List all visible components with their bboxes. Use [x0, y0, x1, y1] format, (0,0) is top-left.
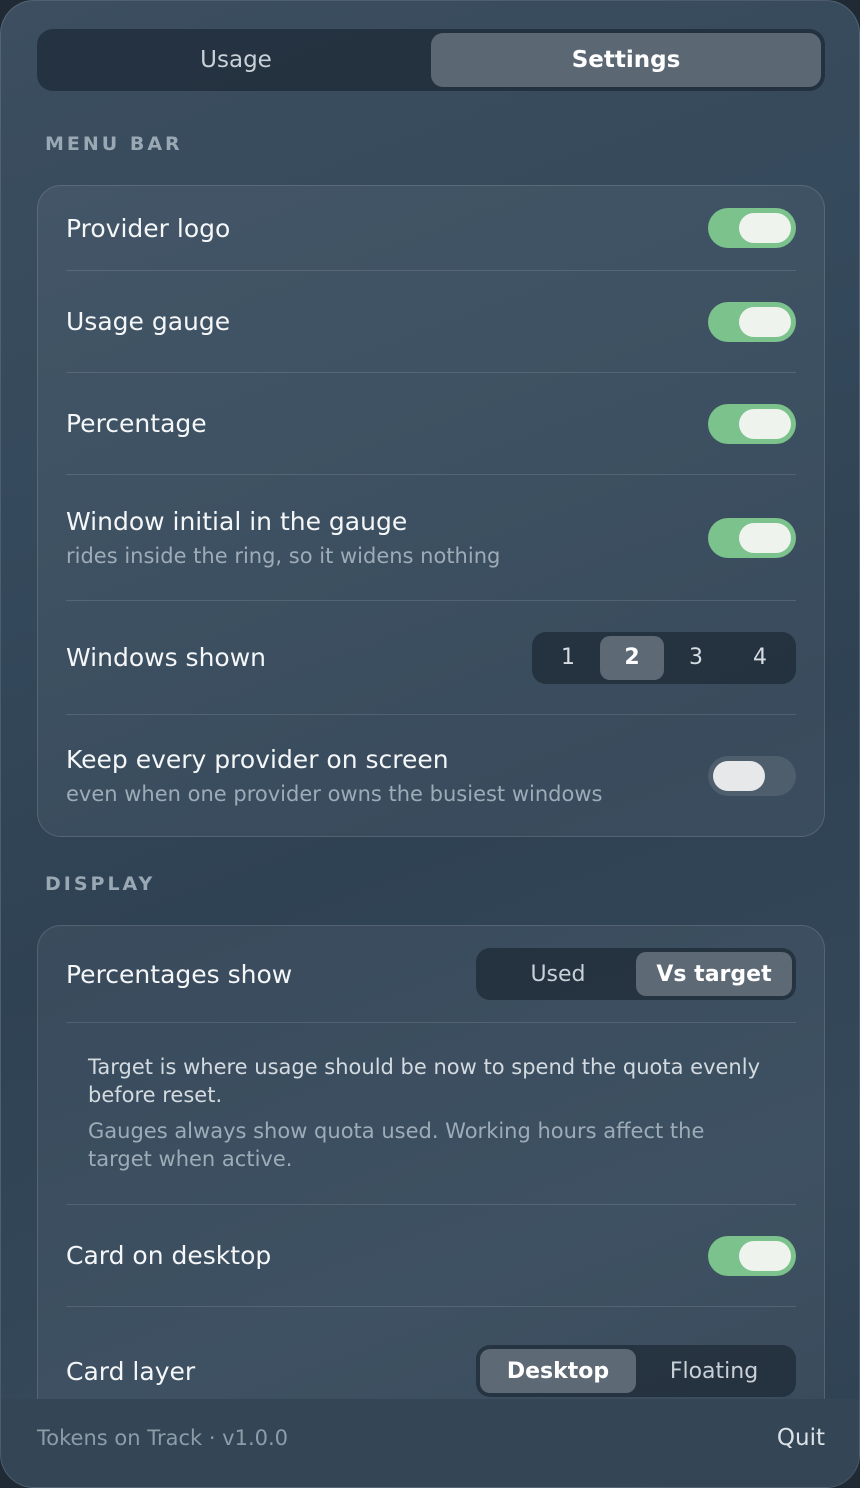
windows-shown-label: Windows shown — [66, 643, 266, 672]
section-label-menu-bar: MENU BAR — [45, 133, 183, 155]
toggle-knob — [739, 522, 791, 553]
windows-shown-option-3[interactable]: 3 — [664, 636, 728, 680]
percentages-show-segmented: Used Vs target — [476, 948, 796, 1000]
toggle-knob — [739, 213, 791, 243]
display-card: Percentages show Used Vs target Target i… — [37, 925, 825, 1445]
quit-button[interactable]: Quit — [777, 1425, 825, 1451]
card-on-desktop-label: Card on desktop — [66, 1241, 272, 1270]
provider-logo-label: Provider logo — [66, 213, 231, 243]
card-on-desktop-row: Card on desktop — [66, 1205, 796, 1307]
percentage-row: Percentage — [66, 373, 796, 475]
windows-shown-option-4[interactable]: 4 — [728, 636, 792, 680]
percentage-label: Percentage — [66, 409, 207, 438]
percentage-toggle[interactable] — [708, 403, 796, 444]
target-info-row: Target is where usage should be now to s… — [66, 1023, 796, 1205]
card-on-desktop-toggle[interactable] — [708, 1235, 796, 1276]
provider-logo-row: Provider logo — [66, 186, 796, 271]
settings-window: Usage Settings MENU BAR Provider logo Us… — [0, 0, 860, 1488]
keep-every-provider-row: Keep every provider on screen even when … — [66, 715, 796, 836]
window-initial-row: Window initial in the gauge rides inside… — [66, 475, 796, 601]
percentages-show-row: Percentages show Used Vs target — [66, 926, 796, 1023]
window-initial-sub: rides inside the ring, so it widens noth… — [66, 544, 501, 568]
section-label-display: DISPLAY — [45, 873, 156, 895]
windows-shown-option-1[interactable]: 1 — [536, 636, 600, 680]
usage-gauge-label: Usage gauge — [66, 307, 231, 336]
card-layer-label: Card layer — [66, 1357, 196, 1386]
card-layer-option-desktop[interactable]: Desktop — [480, 1349, 636, 1393]
card-layer-option-floating[interactable]: Floating — [636, 1349, 792, 1393]
provider-logo-toggle[interactable] — [708, 208, 796, 248]
window-initial-label: Window initial in the gauge — [66, 507, 408, 536]
percentages-show-option-used[interactable]: Used — [480, 952, 636, 996]
windows-shown-segmented: 1 2 3 4 — [532, 631, 796, 684]
tab-usage[interactable]: Usage — [41, 33, 431, 87]
menu-bar-card: Provider logo Usage gauge Percentage Win… — [37, 185, 825, 837]
card-layer-segmented: Desktop Floating — [476, 1345, 796, 1397]
keep-every-provider-toggle[interactable] — [708, 755, 796, 796]
target-info-secondary: Gauges always show quota used. Working h… — [88, 1119, 705, 1171]
percentages-show-label: Percentages show — [66, 959, 293, 989]
toggle-knob — [739, 306, 791, 337]
windows-shown-option-2[interactable]: 2 — [600, 635, 664, 680]
toggle-knob — [739, 408, 791, 439]
target-info: Target is where usage should be now to s… — [66, 1023, 796, 1173]
window-initial-toggle[interactable] — [708, 517, 796, 558]
top-tabs: Usage Settings — [37, 29, 825, 91]
percentages-show-option-vs-target[interactable]: Vs target — [636, 952, 792, 996]
tab-settings[interactable]: Settings — [431, 33, 821, 87]
toggle-knob — [713, 760, 765, 791]
target-info-primary: Target is where usage should be now to s… — [88, 1055, 760, 1107]
footer-bar: Tokens on Track · v1.0.0 Quit — [1, 1399, 859, 1487]
windows-shown-row: Windows shown 1 2 3 4 — [66, 601, 796, 715]
toggle-knob — [739, 1240, 791, 1271]
version-text: Tokens on Track · v1.0.0 — [37, 1426, 289, 1450]
usage-gauge-toggle[interactable] — [708, 301, 796, 342]
usage-gauge-row: Usage gauge — [66, 271, 796, 373]
keep-every-provider-label: Keep every provider on screen — [66, 745, 449, 774]
keep-every-provider-sub: even when one provider owns the busiest … — [66, 782, 603, 806]
